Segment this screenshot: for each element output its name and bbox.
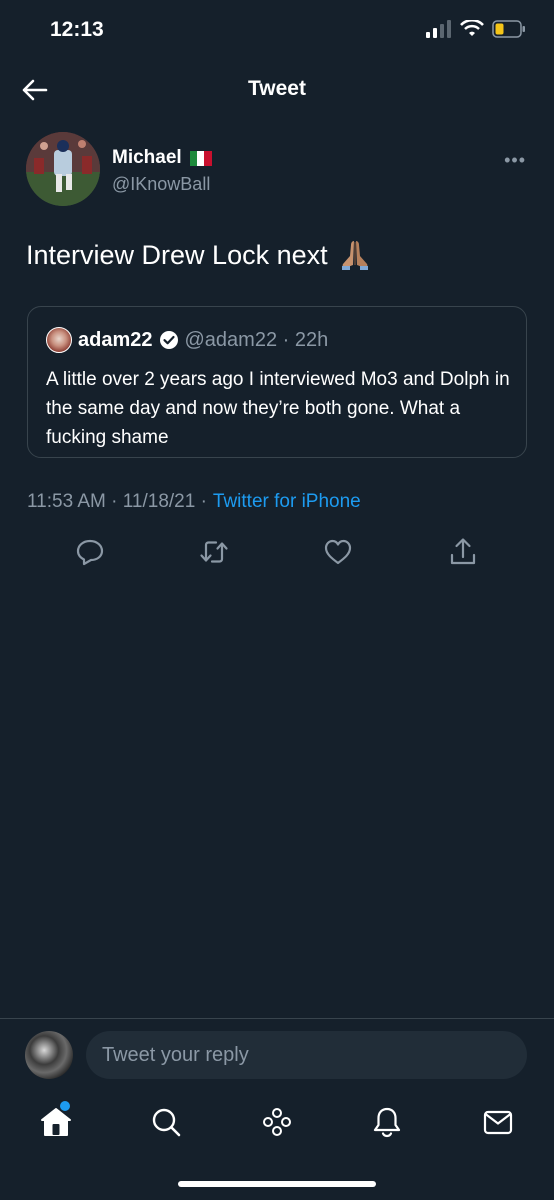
tweet-source-link[interactable]: Twitter for iPhone bbox=[213, 491, 361, 513]
status-time: 12:13 bbox=[50, 18, 104, 41]
quoted-author-avatar bbox=[46, 327, 72, 353]
tweet-timestamp: 11:53 AM · 11/18/21 · bbox=[27, 491, 207, 512]
reply-icon[interactable] bbox=[73, 535, 107, 569]
tweet-text: Interview Drew Lock next bbox=[26, 239, 328, 270]
like-icon[interactable] bbox=[321, 535, 355, 569]
folded-hands-emoji-icon bbox=[341, 241, 368, 270]
verified-badge-icon bbox=[159, 331, 178, 349]
current-user-avatar[interactable] bbox=[25, 1031, 73, 1079]
more-icon[interactable]: ••• bbox=[504, 150, 526, 171]
status-icons bbox=[426, 20, 526, 38]
quoted-tweet-text: A little over 2 years ago I interviewed … bbox=[46, 369, 510, 448]
spaces-icon[interactable] bbox=[259, 1104, 295, 1140]
author-avatar[interactable] bbox=[26, 132, 100, 206]
reply-input[interactable] bbox=[86, 1031, 527, 1079]
quoted-author-name: adam22 bbox=[78, 328, 153, 351]
share-icon[interactable] bbox=[446, 535, 480, 569]
cellular-signal-icon bbox=[426, 20, 451, 38]
quoted-author-handle: @adam22 · 22h bbox=[184, 328, 329, 351]
tweet-author: Michael @IKnowBall ••• bbox=[26, 132, 534, 212]
battery-icon bbox=[492, 20, 525, 38]
retweet-icon[interactable] bbox=[197, 535, 231, 569]
page-title: Tweet bbox=[248, 77, 306, 100]
home-notification-dot bbox=[60, 1101, 70, 1111]
mexico-flag-icon bbox=[189, 150, 212, 166]
tweet-meta: 11:53 AM · 11/18/21 · Twitter for iPhone bbox=[27, 491, 361, 513]
notifications-icon[interactable] bbox=[369, 1104, 405, 1140]
messages-icon[interactable] bbox=[480, 1104, 516, 1140]
wifi-icon bbox=[460, 20, 484, 36]
tweet-text-row: Interview Drew Lock next bbox=[26, 238, 372, 272]
avatar-image bbox=[26, 132, 100, 206]
search-icon[interactable] bbox=[148, 1104, 184, 1140]
home-indicator[interactable] bbox=[178, 1181, 376, 1187]
nav-header: Tweet bbox=[0, 60, 554, 120]
reply-bar bbox=[0, 1018, 554, 1090]
quoted-tweet-header: adam22 @adam22 · 22h bbox=[46, 327, 328, 353]
status-bar: 12:13 bbox=[0, 0, 554, 60]
quoted-tweet[interactable]: adam22 @adam22 · 22h A little over 2 yea… bbox=[27, 306, 527, 458]
bottom-tab-bar bbox=[0, 1090, 554, 1160]
author-handle[interactable]: @IKnowBall bbox=[112, 174, 210, 195]
author-name[interactable]: Michael bbox=[112, 147, 182, 169]
author-name-row: Michael bbox=[112, 147, 212, 169]
tweet-actions bbox=[0, 535, 554, 571]
